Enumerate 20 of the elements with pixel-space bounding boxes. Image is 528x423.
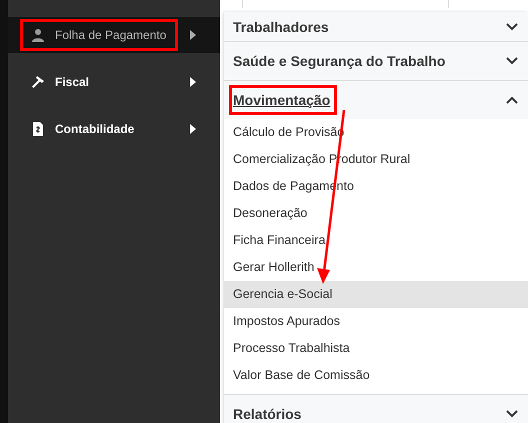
- menu-item[interactable]: Desoneração: [224, 200, 528, 227]
- section-header[interactable]: Relatórios: [224, 395, 528, 423]
- menu-item[interactable]: Ficha Financeira: [224, 227, 528, 254]
- sidebar-item[interactable]: Folha de Pagamento: [8, 17, 220, 53]
- menu-item[interactable]: Valor Base de Comissão: [224, 362, 528, 389]
- menu-item[interactable]: Gerar Hollerith: [224, 254, 528, 281]
- hammer-icon: [31, 75, 45, 89]
- section-header[interactable]: Movimentação: [224, 81, 528, 119]
- person-icon: [31, 28, 45, 42]
- caret-icon: [190, 124, 196, 134]
- sidebar-item[interactable]: Contabilidade: [8, 111, 220, 147]
- menu-item[interactable]: Gerencia e-Social: [224, 281, 528, 308]
- section-header[interactable]: Saúde e Segurança do Trabalho: [224, 42, 528, 80]
- menu-item[interactable]: Processo Trabalhista: [224, 335, 528, 362]
- caret-icon: [190, 77, 196, 87]
- caret-icon: [190, 30, 196, 40]
- document-icon: [31, 122, 45, 136]
- sidebar-item[interactable]: Fiscal: [8, 64, 220, 100]
- section-header[interactable]: Trabalhadores: [224, 12, 528, 41]
- menu-item[interactable]: Impostos Apurados: [224, 308, 528, 335]
